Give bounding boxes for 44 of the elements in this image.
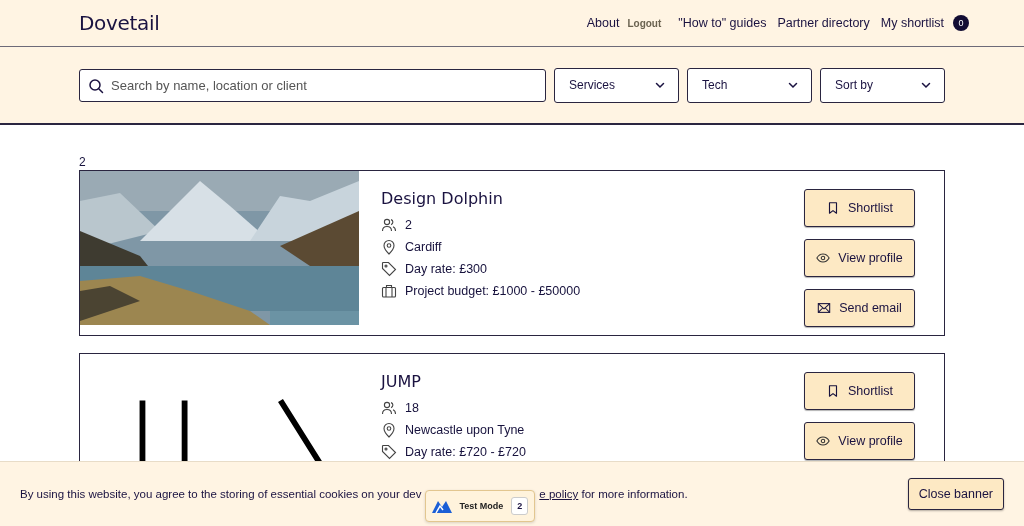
partner-detail: 2 [405,218,412,232]
test-mode-badge[interactable]: Test Mode 2 [425,490,536,522]
filter-dropdown[interactable]: Sort by [820,67,945,103]
map-pin-icon [381,422,397,438]
partner-detail: Day rate: £720 - £720 [405,445,526,459]
partner-detail: Day rate: £300 [405,262,487,276]
people-icon [381,400,397,416]
search-field[interactable]: Search by name, location or client [79,68,546,102]
logout-link[interactable]: Logout [627,17,662,29]
search-icon [88,77,104,94]
map-pin-icon [381,239,397,255]
close-banner-button[interactable]: Close banner [907,478,1004,510]
send-email-button[interactable]: Send email [804,289,915,327]
cookie-text: for more information. [581,488,688,500]
tag-icon [381,444,397,460]
briefcase-icon [381,283,397,299]
partner-detail: Newcastle upon Tyne [405,423,525,437]
view-profile-button[interactable]: View profile [804,422,915,460]
tag-icon [381,261,397,277]
people-icon [381,217,397,233]
nav-link[interactable]: "How to" guides [678,16,767,30]
test-mode-label: Test Mode [459,501,504,511]
test-mode-count: 2 [511,497,529,515]
view-profile-button[interactable]: View profile [804,239,915,277]
result-count: 2 [79,155,87,169]
nav-link[interactable]: My shortlist [880,16,944,30]
eye-icon [816,434,831,448]
eye-icon [816,251,831,265]
shortlist-button[interactable]: Shortlist [804,372,915,410]
partner-name: Design Dolphin [381,189,504,208]
filter-dropdown[interactable]: Services [554,67,679,103]
partner-detail: Project budget: £1000 - £50000 [405,284,581,298]
policy-link[interactable]: e policy [539,488,579,500]
partner-name: JUMP [381,372,422,391]
count-badge: 0 [953,15,969,31]
filter-dropdown[interactable]: Tech [687,67,812,103]
nav-link[interactable]: Partner directory [777,16,870,30]
nav-link[interactable]: About [586,16,620,30]
envelope-icon [817,301,832,315]
shortlist-button[interactable]: Shortlist [804,189,915,227]
partner-detail: Cardiff [405,240,442,254]
cookie-text: By using this website, you agree to the storing of essential cookies on your dev [20,488,422,500]
logo[interactable]: Dovetail [79,11,160,35]
partner-detail: 18 [405,401,419,415]
